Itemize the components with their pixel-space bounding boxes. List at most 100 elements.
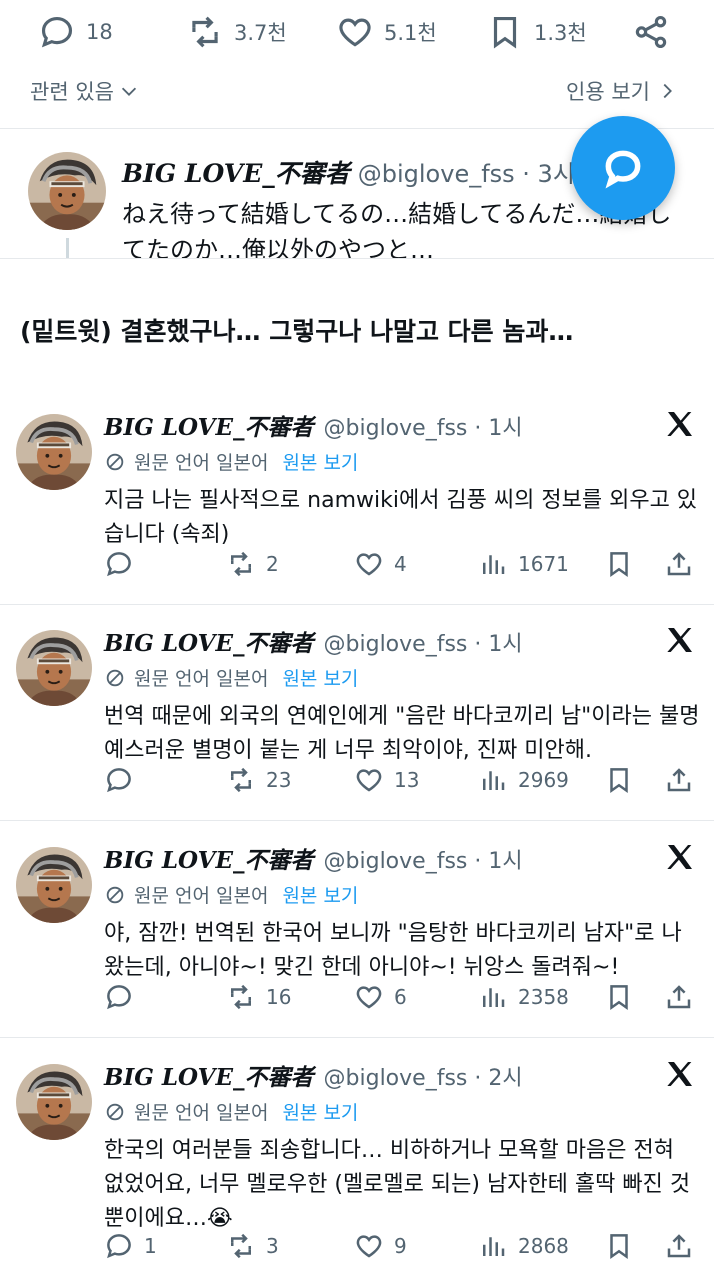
bookmark-icon — [604, 1231, 634, 1261]
avatar[interactable] — [16, 630, 92, 706]
repost-button[interactable]: 23 — [226, 762, 291, 798]
reply-button[interactable] — [104, 762, 144, 798]
avatar[interactable] — [16, 1064, 92, 1140]
display-name[interactable]: BIG LOVE_不審者 — [104, 624, 314, 658]
like-button[interactable]: 6 — [354, 979, 407, 1015]
repost-button[interactable]: 3 — [226, 1228, 279, 1264]
bookmark-icon — [604, 765, 634, 795]
view-count: 2868 — [518, 1234, 569, 1258]
reply-button[interactable]: 18 — [38, 12, 113, 52]
tweet[interactable]: BIG LOVE_不審者 @biglove_fss · 1시 원문 언어 일본어… — [0, 614, 714, 820]
share-button[interactable] — [632, 12, 670, 52]
repost-icon — [226, 765, 256, 795]
display-name[interactable]: BIG LOVE_不審者 — [104, 841, 314, 875]
bookmark-icon — [604, 549, 634, 579]
heart-icon — [336, 13, 374, 51]
tweet-header: BIG LOVE_不審者 @biglove_fss · 1시 — [104, 408, 523, 442]
bookmark-button[interactable] — [604, 1228, 634, 1264]
like-button[interactable]: 13 — [354, 762, 419, 798]
avatar[interactable] — [28, 152, 106, 230]
tweet-header: BIG LOVE_不審者 @biglove_fss · 1시 — [104, 841, 523, 875]
repost-count: 3.7천 — [234, 21, 287, 45]
bookmark-button[interactable] — [604, 546, 634, 582]
views-button[interactable]: 2358 — [478, 979, 569, 1015]
display-name[interactable]: BIG LOVE_不審者 — [104, 1058, 314, 1092]
x-logo-icon[interactable] — [664, 624, 696, 656]
tweet-text: 야, 잠깐! 번역된 한국어 보니까 "음탕한 바다코끼리 남자"로 나왔는데,… — [104, 921, 682, 980]
repost-button[interactable]: 2 — [226, 546, 279, 582]
handle-and-time: @biglove_fss · 1시 — [323, 632, 523, 657]
views-icon — [478, 1231, 508, 1261]
show-original-link[interactable]: 원본 보기 — [282, 664, 358, 691]
heart-icon — [354, 1231, 384, 1261]
x-logo-icon[interactable] — [664, 1058, 696, 1090]
like-count: 4 — [394, 552, 407, 576]
translate-icon — [104, 1101, 126, 1123]
compose-button[interactable] — [571, 116, 675, 220]
avatar[interactable] — [16, 414, 92, 490]
translation-notice: 원문 언어 일본어 원본 보기 — [104, 881, 358, 908]
translation-label: 원문 언어 일본어 — [134, 1102, 269, 1124]
tweet[interactable]: BIG LOVE_不審者 @biglove_fss · 1시 원문 언어 일본어… — [0, 398, 714, 604]
share-button[interactable] — [664, 1228, 694, 1264]
translate-icon — [104, 451, 126, 473]
tweet-text: 번역 때문에 외국의 연예인에게 "음란 바다코끼리 남"이라는 불명예스러운 … — [104, 704, 700, 763]
handle-and-time: @biglove_fss · 3시 — [357, 160, 575, 188]
bookmark-button[interactable] — [604, 762, 634, 798]
related-sort-dropdown[interactable]: 관련 있음 — [30, 76, 140, 106]
share-icon — [664, 1231, 694, 1261]
translation-label: 원문 언어 일본어 — [134, 668, 269, 690]
x-logo-icon[interactable] — [664, 841, 696, 873]
x-logo-icon[interactable] — [664, 408, 696, 440]
like-button[interactable]: 4 — [354, 546, 407, 582]
avatar[interactable] — [16, 847, 92, 923]
view-count: 2969 — [518, 768, 569, 792]
share-button[interactable] — [664, 762, 694, 798]
reply-icon — [104, 549, 134, 579]
display-name[interactable]: BIG LOVE_不審者 — [122, 154, 350, 190]
heart-icon — [354, 549, 384, 579]
thread-line — [66, 238, 69, 258]
reply-button[interactable] — [104, 979, 144, 1015]
like-button[interactable]: 9 — [354, 1228, 407, 1264]
reply-button[interactable] — [104, 546, 144, 582]
view-count: 2358 — [518, 985, 569, 1009]
reply-icon — [38, 13, 76, 51]
tweet-text: 지금 나는 필사적으로 namwiki에서 김풍 씨의 정보를 외우고 있습니다… — [104, 488, 698, 547]
heart-icon — [354, 765, 384, 795]
share-icon — [664, 549, 694, 579]
translation-label: 원문 언어 일본어 — [134, 885, 269, 907]
views-button[interactable]: 2868 — [478, 1228, 569, 1264]
reply-count: 1 — [144, 1234, 157, 1258]
views-button[interactable]: 1671 — [478, 546, 569, 582]
repost-button[interactable]: 16 — [226, 979, 291, 1015]
show-original-link[interactable]: 원본 보기 — [282, 448, 358, 475]
view-quotes-link[interactable]: 인용 보기 — [566, 76, 678, 106]
tweet[interactable]: BIG LOVE_不審者 @biglove_fss · 2시 원문 언어 일본어… — [0, 1048, 714, 1283]
like-button[interactable]: 5.1천 — [336, 12, 437, 52]
post-action-bar: 18 3.7천 5.1천 1.3천 — [0, 0, 714, 66]
divider — [0, 604, 714, 605]
headline-text: (밑트윗) 결혼했구나… 그렇구나 나말고 다른 놈과… — [20, 317, 574, 346]
display-name[interactable]: BIG LOVE_不審者 — [104, 408, 314, 442]
bookmark-button[interactable]: 1.3천 — [486, 12, 587, 52]
tweet-header: BIG LOVE_不審者 @biglove_fss · 1시 — [104, 624, 523, 658]
repost-icon — [226, 1231, 256, 1261]
views-button[interactable]: 2969 — [478, 762, 569, 798]
repost-icon — [186, 13, 224, 51]
handle-and-time: @biglove_fss · 1시 — [323, 849, 523, 874]
repost-count: 16 — [266, 985, 292, 1009]
share-button[interactable] — [664, 546, 694, 582]
tweet[interactable]: BIG LOVE_不審者 @biglove_fss · 1시 원문 언어 일본어… — [0, 831, 714, 1037]
tweet-text: 한국의 여러분들 죄송합니다… 비하하거나 모욕할 마음은 전혀 없었어요, 너… — [104, 1138, 691, 1231]
views-icon — [478, 765, 508, 795]
show-original-link[interactable]: 원본 보기 — [282, 881, 358, 908]
reply-icon — [104, 982, 134, 1012]
like-count: 13 — [394, 768, 420, 792]
bookmark-button[interactable] — [604, 979, 634, 1015]
reply-button[interactable]: 1 — [104, 1228, 157, 1264]
share-button[interactable] — [664, 979, 694, 1015]
show-original-link[interactable]: 원본 보기 — [282, 1098, 358, 1125]
repost-button[interactable]: 3.7천 — [186, 12, 287, 52]
views-icon — [478, 982, 508, 1012]
